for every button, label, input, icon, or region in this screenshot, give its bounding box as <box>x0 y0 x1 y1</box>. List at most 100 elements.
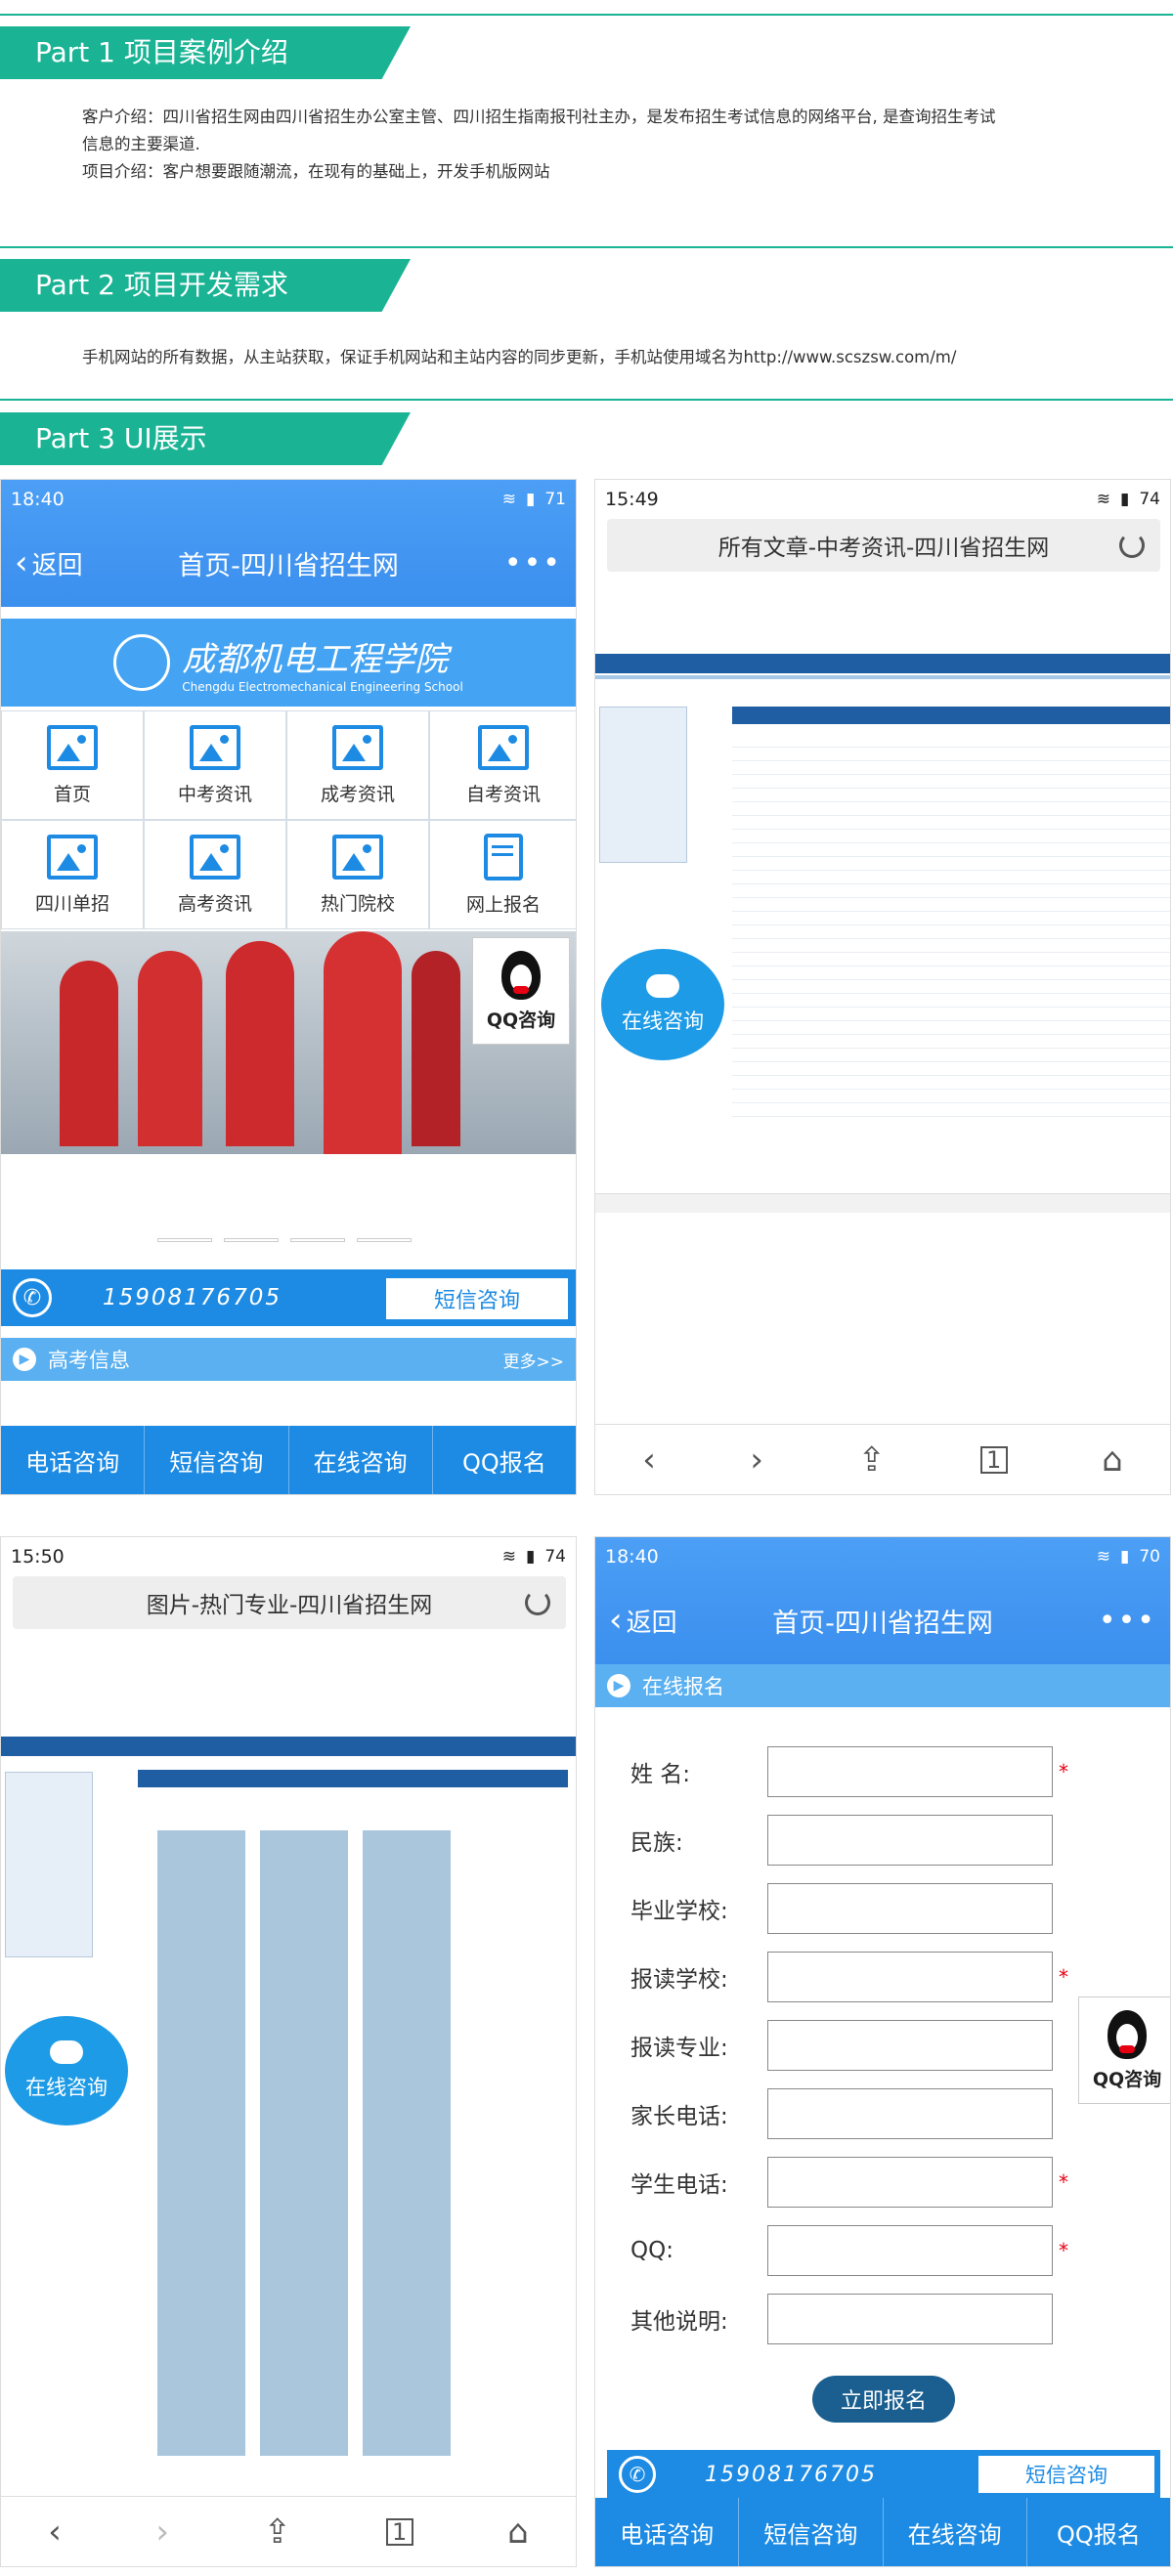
nav-grid-danzhao[interactable]: 四川单招 <box>1 820 144 929</box>
phone-icon: ✆ <box>619 2456 656 2493</box>
status-icons: ≋ ▮ 74 <box>502 1547 566 1567</box>
article-list[interactable] <box>732 734 1170 1125</box>
field-label: 民族: <box>630 1830 683 1856</box>
field-label: 报读专业: <box>630 2036 728 2061</box>
nav-grid-chengkao[interactable]: 成考资讯 <box>286 710 429 820</box>
parent-phone-field[interactable] <box>767 2088 1053 2139</box>
part1-title: Part 1 项目案例介绍 <box>0 26 411 79</box>
ethnicity-field[interactable] <box>767 1815 1053 1866</box>
status-bar: 18:40 ≋ ▮ 70 <box>595 1537 1170 1576</box>
more-menu-icon[interactable]: ••• <box>504 519 562 607</box>
site-nav-bar[interactable] <box>595 654 1170 673</box>
school-name-en: Chengdu Electromechanical Engineering Sc… <box>182 679 463 694</box>
grid-label: 成考资讯 <box>320 783 395 805</box>
carousel-dot[interactable] <box>224 1238 279 1242</box>
more-menu-icon[interactable]: ••• <box>1099 1576 1156 1664</box>
back-arrow-icon[interactable]: ‹ <box>48 2512 62 2552</box>
nav-underline <box>595 675 1170 679</box>
major-field[interactable] <box>767 2020 1053 2071</box>
status-time: 18:40 <box>11 489 65 510</box>
image-icon <box>47 834 98 880</box>
sms-consult-tab[interactable]: 短信咨询 <box>739 2498 884 2566</box>
part1-line3: 项目介绍：客户想要跟随潮流，在现有的基础上，开发手机版网站 <box>82 162 550 181</box>
image-icon <box>478 724 529 770</box>
signal-icon: ▮ <box>526 1547 536 1567</box>
status-bar: 15:49 ≋ ▮ 74 <box>595 480 1170 519</box>
field-label: QQ: <box>630 2238 673 2263</box>
qq-apply-tab[interactable]: QQ报名 <box>1027 2498 1170 2566</box>
submit-apply-button[interactable]: 立即报名 <box>812 2376 955 2423</box>
sms-consult-tab[interactable]: 短信咨询 <box>145 1426 289 1494</box>
back-arrow-icon[interactable]: ‹ <box>642 1440 656 1480</box>
site-nav-bar[interactable] <box>1 1737 576 1756</box>
phone-consult-bar: ✆ 15908176705 短信咨询 <box>1 1269 576 1326</box>
browser-address-bar[interactable]: 所有文章-中考资讯-四川省招生网 <box>607 519 1160 572</box>
carousel-dot[interactable] <box>290 1238 345 1242</box>
action-bar: 电话咨询 短信咨询 在线咨询 QQ报名 <box>595 2498 1170 2566</box>
browser-address-bar[interactable]: 图片-热门专业-四川省招生网 <box>13 1576 566 1629</box>
form-row-major: 报读专业: <box>630 2020 1059 2071</box>
nav-grid-zikao[interactable]: 自考资讯 <box>429 710 576 820</box>
image-icon <box>332 834 383 880</box>
nav-grid-zhongkao[interactable]: 中考资讯 <box>144 710 286 820</box>
qq-consult-button[interactable]: QQ咨询 <box>472 937 570 1045</box>
content-header <box>138 1770 568 1787</box>
home-icon[interactable]: ⌂ <box>1102 1440 1123 1480</box>
photo-figure <box>324 931 402 1154</box>
signal-icon: ▮ <box>1120 490 1130 509</box>
sms-consult-button[interactable]: 短信咨询 <box>978 2456 1154 2493</box>
nav-grid-home[interactable]: 首页 <box>1 710 144 820</box>
phone-consult-button[interactable]: 电话咨询 <box>1 1426 146 1494</box>
name-field[interactable] <box>767 1746 1053 1797</box>
online-consult-tab[interactable]: 在线咨询 <box>884 2498 1027 2566</box>
refresh-icon[interactable] <box>525 1590 550 1615</box>
refresh-icon[interactable] <box>1119 533 1145 558</box>
signal-icon: ▮ <box>1120 1547 1130 1567</box>
image-icon <box>332 724 383 770</box>
nav-grid-hot-schools[interactable]: 热门院校 <box>286 820 429 929</box>
graduate-school-field[interactable] <box>767 1883 1053 1934</box>
more-link[interactable]: 更多>> <box>503 1348 565 1372</box>
target-school-field[interactable] <box>767 1952 1053 2002</box>
online-consult-button[interactable]: 在线咨询 <box>5 2016 128 2125</box>
status-bar: 18:40 ≋ ▮ 71 <box>1 480 576 519</box>
section-title: 高考信息 <box>48 1349 130 1372</box>
field-label: 报读学校: <box>630 1967 728 1993</box>
nav-grid-gaokao[interactable]: 高考资讯 <box>144 820 286 929</box>
tabs-icon[interactable]: 1 <box>979 1445 1008 1474</box>
forward-arrow-icon[interactable]: › <box>750 1440 763 1480</box>
image-icon <box>190 724 240 770</box>
home-icon[interactable]: ⌂ <box>507 2512 529 2552</box>
part2-title: Part 2 项目开发需求 <box>0 259 411 312</box>
qq-field[interactable] <box>767 2225 1053 2276</box>
student-phone-field[interactable] <box>767 2157 1053 2208</box>
online-consult-tab[interactable]: 在线咨询 <box>289 1426 433 1494</box>
share-icon[interactable]: ⇪ <box>264 2512 292 2552</box>
online-consult-button[interactable]: 在线咨询 <box>601 949 724 1060</box>
carousel-dot[interactable] <box>157 1238 212 1242</box>
nav-grid-online-apply[interactable]: 网上报名 <box>429 820 576 929</box>
sidebar-links[interactable] <box>5 1772 93 1957</box>
sms-consult-button[interactable]: 短信咨询 <box>386 1278 568 1319</box>
phone-icon: ✆ <box>13 1278 52 1317</box>
school-banner: 成都机电工程学院 Chengdu Electromechanical Engin… <box>1 619 576 707</box>
sidebar-links[interactable] <box>599 707 687 863</box>
signal-icon: ▮ <box>526 490 536 509</box>
forward-arrow-icon[interactable]: › <box>155 2512 169 2552</box>
browser-toolbar: ‹ › ⇪ 1 ⌂ <box>595 1424 1170 1494</box>
picture-grid[interactable] <box>157 1830 451 2456</box>
carousel-dot[interactable] <box>357 1238 412 1242</box>
tabs-icon[interactable]: 1 <box>385 2517 413 2546</box>
status-icons: ≋ ▮ 71 <box>502 490 566 509</box>
phone-consult-button[interactable]: 电话咨询 <box>595 2498 740 2566</box>
form-row-parent-phone: 家长电话: <box>630 2088 1059 2139</box>
carousel-dots[interactable] <box>157 1238 412 1242</box>
part1-client-intro: 客户介绍：四川省招生网由四川省招生办公室主管、四川招生指南报刊社主办，是发布招生… <box>82 104 996 186</box>
notes-field[interactable] <box>767 2294 1053 2344</box>
school-logo-icon <box>113 634 171 691</box>
share-icon[interactable]: ⇪ <box>858 1440 887 1480</box>
grid-label: 网上报名 <box>465 893 541 916</box>
qq-consult-button[interactable]: QQ咨询 <box>1078 1996 1170 2104</box>
qq-apply-tab[interactable]: QQ报名 <box>433 1426 576 1494</box>
part1-line2: 信息的主要渠道. <box>82 135 200 153</box>
